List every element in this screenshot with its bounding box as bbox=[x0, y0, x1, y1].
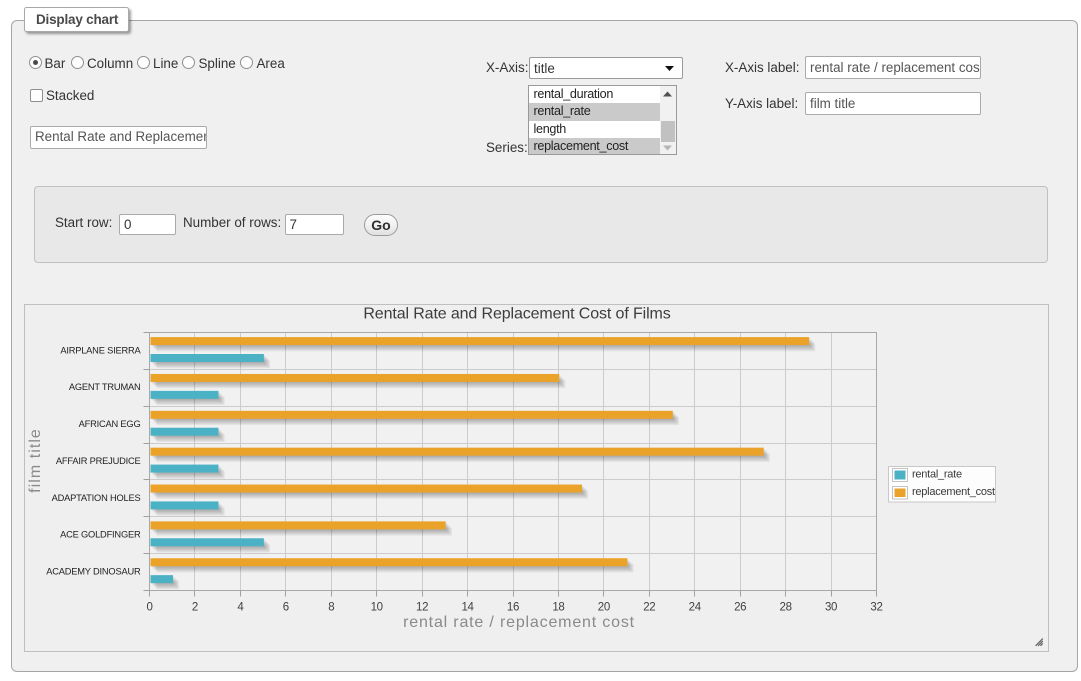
svg-text:8: 8 bbox=[328, 602, 334, 614]
svg-text:26: 26 bbox=[734, 602, 746, 614]
svg-text:Rental Rate and Replacement Co: Rental Rate and Replacement Cost of Film… bbox=[363, 305, 670, 322]
svg-text:ACADEMY DINOSAUR: ACADEMY DINOSAUR bbox=[46, 566, 141, 576]
svg-text:12: 12 bbox=[416, 602, 428, 614]
svg-text:film title: film title bbox=[27, 428, 44, 493]
svg-text:22: 22 bbox=[643, 602, 655, 614]
svg-text:ADAPTATION HOLES: ADAPTATION HOLES bbox=[52, 493, 141, 503]
svg-text:0: 0 bbox=[146, 602, 152, 614]
svg-text:4: 4 bbox=[237, 602, 244, 614]
svg-text:rental_rate: rental_rate bbox=[912, 468, 962, 480]
svg-text:28: 28 bbox=[780, 602, 792, 614]
svg-text:24: 24 bbox=[689, 602, 702, 614]
svg-text:6: 6 bbox=[283, 602, 289, 614]
svg-text:30: 30 bbox=[825, 602, 837, 614]
svg-text:AIRPLANE SIERRA: AIRPLANE SIERRA bbox=[60, 345, 141, 355]
svg-text:18: 18 bbox=[552, 602, 564, 614]
svg-text:14: 14 bbox=[461, 602, 474, 614]
svg-text:16: 16 bbox=[507, 602, 519, 614]
svg-text:2: 2 bbox=[192, 602, 198, 614]
svg-text:AFRICAN EGG: AFRICAN EGG bbox=[79, 419, 141, 429]
svg-text:10: 10 bbox=[371, 602, 383, 614]
svg-text:AFFAIR PREJUDICE: AFFAIR PREJUDICE bbox=[56, 456, 141, 466]
svg-text:replacement_cost: replacement_cost bbox=[912, 486, 995, 498]
svg-text:ACE GOLDFINGER: ACE GOLDFINGER bbox=[60, 530, 141, 540]
svg-text:rental rate / replacement cost: rental rate / replacement cost bbox=[403, 614, 635, 631]
svg-text:AGENT TRUMAN: AGENT TRUMAN bbox=[69, 382, 141, 392]
svg-text:32: 32 bbox=[870, 602, 882, 614]
svg-text:20: 20 bbox=[598, 602, 610, 614]
